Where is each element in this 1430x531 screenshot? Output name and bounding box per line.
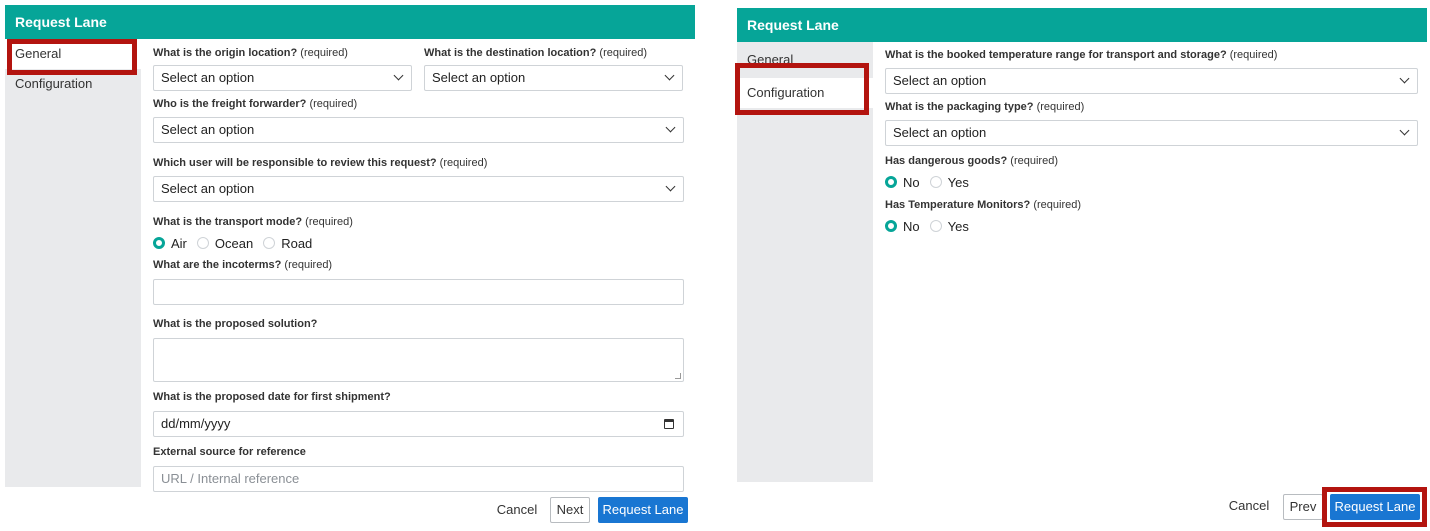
sidebar-item-configuration[interactable]: Configuration	[737, 78, 873, 108]
packaging-label: What is the packaging type? (required)	[885, 101, 1085, 113]
radio-monitors-yes-label: Yes	[947, 218, 969, 234]
dangerous-goods-radio-group: No Yes	[885, 173, 1427, 191]
request-lane-dialog-general: Request Lane General Configuration What …	[5, 5, 695, 523]
date-input[interactable]: dd/mm/yyyy	[153, 411, 684, 437]
request-lane-dialog-configuration: Request Lane General Configuration What …	[735, 5, 1427, 527]
date-label: What is the proposed date for first ship…	[153, 391, 391, 403]
forwarder-select[interactable]: Select an option	[153, 117, 684, 143]
destination-label: What is the destination location? (requi…	[424, 47, 648, 59]
resize-handle-icon[interactable]	[675, 373, 681, 379]
origin-select[interactable]: Select an option	[153, 65, 412, 91]
radio-dangerous-yes-label: Yes	[947, 174, 969, 190]
cancel-button[interactable]: Cancel	[1227, 494, 1271, 520]
external-input[interactable]: URL / Internal reference	[153, 466, 684, 492]
temperature-monitors-label: Has Temperature Monitors? (required)	[885, 199, 1082, 211]
request-lane-button[interactable]: Request Lane	[1330, 494, 1420, 520]
dialog-title: Request Lane	[5, 5, 695, 39]
chevron-down-icon	[665, 181, 676, 192]
reviewer-label: Which user will be responsible to review…	[153, 157, 488, 169]
chevron-down-icon	[393, 70, 404, 81]
chevron-down-icon	[1399, 73, 1410, 84]
reviewer-select[interactable]: Select an option	[153, 176, 684, 202]
prev-button[interactable]: Prev	[1283, 494, 1323, 520]
radio-air-label: Air	[171, 235, 187, 251]
radio-air[interactable]	[153, 237, 165, 249]
radio-ocean[interactable]	[196, 237, 209, 249]
sidebar: General Configuration	[737, 42, 873, 482]
radio-dangerous-no[interactable]	[885, 176, 897, 188]
calendar-icon[interactable]	[664, 419, 674, 429]
solution-textarea[interactable]	[153, 338, 684, 382]
temperature-select[interactable]: Select an option	[885, 68, 1418, 94]
destination-select[interactable]: Select an option	[424, 65, 683, 91]
sidebar-item-configuration[interactable]: Configuration	[5, 69, 141, 99]
sidebar-item-general[interactable]: General	[5, 39, 141, 69]
radio-monitors-yes[interactable]	[929, 220, 942, 232]
radio-ocean-label: Ocean	[214, 235, 254, 251]
radio-dangerous-yes[interactable]	[929, 176, 942, 188]
chevron-down-icon	[1399, 125, 1410, 136]
radio-road-label: Road	[281, 235, 313, 251]
radio-monitors-no-label: No	[903, 218, 920, 234]
sidebar: General Configuration	[5, 39, 141, 487]
radio-monitors-no[interactable]	[885, 220, 897, 232]
incoterms-label: What are the incoterms? (required)	[153, 259, 333, 271]
request-lane-button[interactable]: Request Lane	[598, 497, 688, 523]
external-label: External source for reference	[153, 446, 306, 458]
next-button[interactable]: Next	[550, 497, 590, 523]
radio-road[interactable]	[263, 237, 276, 249]
transport-radio-group: Air Ocean Road	[153, 234, 695, 252]
sidebar-item-general[interactable]: General	[737, 45, 873, 75]
forwarder-label: Who is the freight forwarder? (required)	[153, 98, 358, 110]
radio-dangerous-no-label: No	[903, 174, 920, 190]
transport-label: What is the transport mode? (required)	[153, 216, 353, 228]
dangerous-goods-label: Has dangerous goods? (required)	[885, 155, 1058, 167]
chevron-down-icon	[665, 122, 676, 133]
incoterms-input[interactable]	[153, 279, 684, 305]
packaging-select[interactable]: Select an option	[885, 120, 1418, 146]
temperature-label: What is the booked temperature range for…	[885, 49, 1278, 61]
dialog-title: Request Lane	[737, 8, 1427, 42]
solution-label: What is the proposed solution?	[153, 318, 318, 330]
chevron-down-icon	[664, 70, 675, 81]
cancel-button[interactable]: Cancel	[495, 498, 539, 524]
origin-label: What is the origin location? (required)	[153, 47, 348, 59]
temperature-monitors-radio-group: No Yes	[885, 217, 1427, 235]
